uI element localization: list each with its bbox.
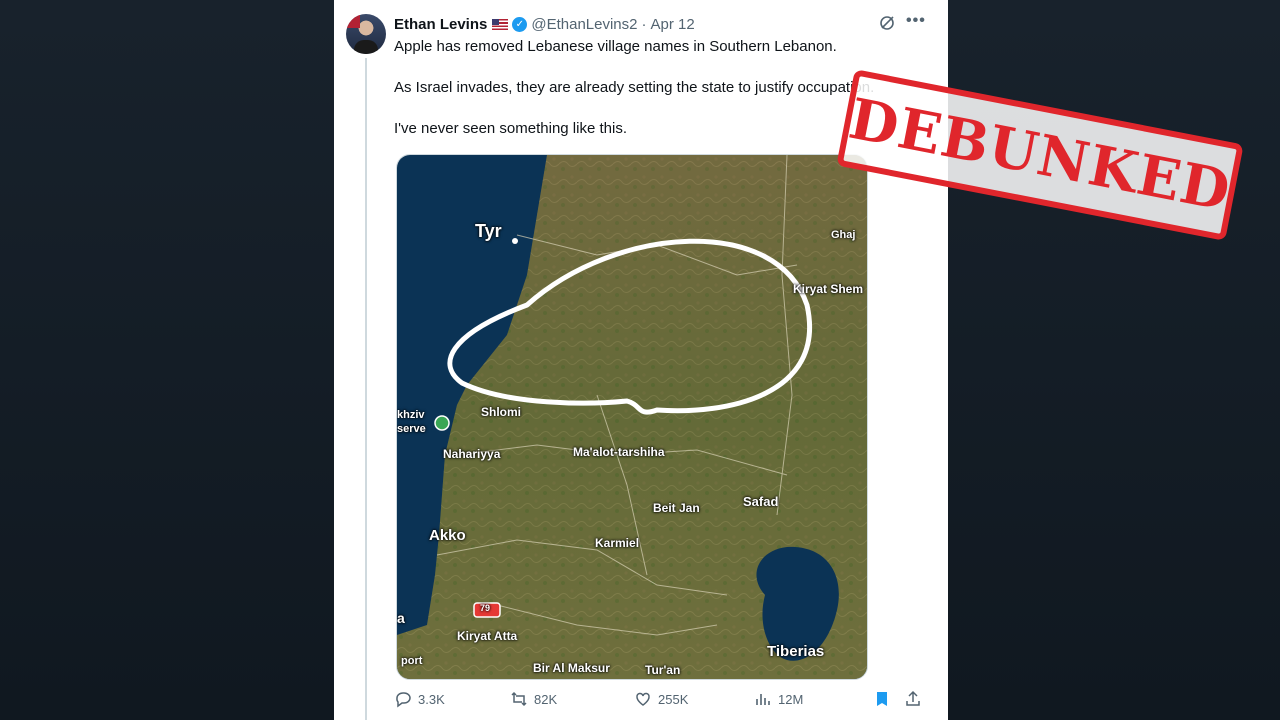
like-count: 255K	[658, 691, 689, 707]
verified-badge-icon: ✓	[512, 16, 528, 32]
map-label-reserve: serve	[397, 423, 426, 435]
us-flag-icon	[492, 18, 509, 30]
author-name[interactable]: Ethan Levins	[394, 16, 487, 33]
views-button[interactable]: 12M	[754, 690, 803, 708]
background-left	[0, 0, 334, 720]
map-label-beit-jan: Beit Jan	[653, 501, 700, 515]
map-label-karmiel: Karmiel	[595, 536, 640, 550]
map-road-number: 79	[480, 603, 491, 613]
map-label-kiryat-shemona: Kiryat Shem	[793, 282, 864, 296]
reply-count: 3.3K	[418, 691, 445, 707]
map-label-tiberias: Tiberias	[767, 643, 825, 660]
satellite-map	[397, 155, 867, 679]
separator-dot: ·	[641, 15, 647, 33]
tweet-text: Apple has removed Lebanese village names…	[394, 37, 914, 160]
like-button[interactable]: 255K	[634, 690, 688, 708]
repost-button[interactable]: 82K	[510, 690, 557, 708]
share-icon	[906, 690, 920, 706]
avatar[interactable]	[346, 14, 386, 54]
map-label-airport: port	[401, 655, 423, 667]
tweet-text-line: As Israel invades, they are already sett…	[394, 79, 875, 96]
map-label-achziv: khziv	[397, 409, 425, 421]
map-label-nahariyya: Nahariyya	[443, 447, 501, 461]
repost-icon	[511, 691, 527, 707]
grok-icon[interactable]	[879, 15, 895, 31]
map-label-akko: Akko	[429, 527, 466, 544]
map-label-turan: Tur'an	[645, 663, 681, 677]
bookmark-button[interactable]	[874, 690, 896, 708]
analytics-icon	[756, 694, 770, 705]
tweet-date[interactable]: Apr 12	[651, 16, 695, 33]
map-label-safad: Safad	[743, 494, 779, 509]
reply-button[interactable]: 3.3K	[394, 690, 445, 708]
repost-count: 82K	[534, 691, 558, 707]
share-button[interactable]	[904, 690, 928, 708]
map-image[interactable]: Tyr Ghaj Kiryat Shem Shlomi khziv serve …	[396, 154, 868, 680]
more-options-icon[interactable]: •••	[906, 12, 926, 30]
map-label-bir-al-maksur: Bir Al Maksur	[533, 661, 610, 675]
tweet-header: Ethan Levins ✓ @EthanLevins2 · Apr 12	[394, 14, 695, 34]
heart-icon	[636, 692, 650, 706]
map-label-maalot: Ma'alot-tarshiha	[573, 445, 665, 459]
map-label-kiryat-ata: Kiryat Atta	[457, 629, 518, 643]
tweet-text-line: I've never seen something like this.	[394, 120, 627, 137]
reply-icon	[396, 692, 411, 708]
author-handle[interactable]: @EthanLevins2	[531, 16, 637, 33]
map-label-shlomi: Shlomi	[481, 405, 522, 419]
bookmark-icon	[877, 692, 887, 706]
thread-line	[365, 58, 367, 720]
map-label-tyr: Tyr	[475, 221, 502, 241]
tweet-text-line: Apple has removed Lebanese village names…	[394, 38, 837, 55]
tweet-actions: 3.3K 82K 255K 12M	[394, 690, 934, 716]
view-count: 12M	[778, 691, 804, 707]
map-label-ghajar: Ghaj	[831, 229, 856, 241]
map-label-haifa-partial: a	[397, 610, 405, 626]
